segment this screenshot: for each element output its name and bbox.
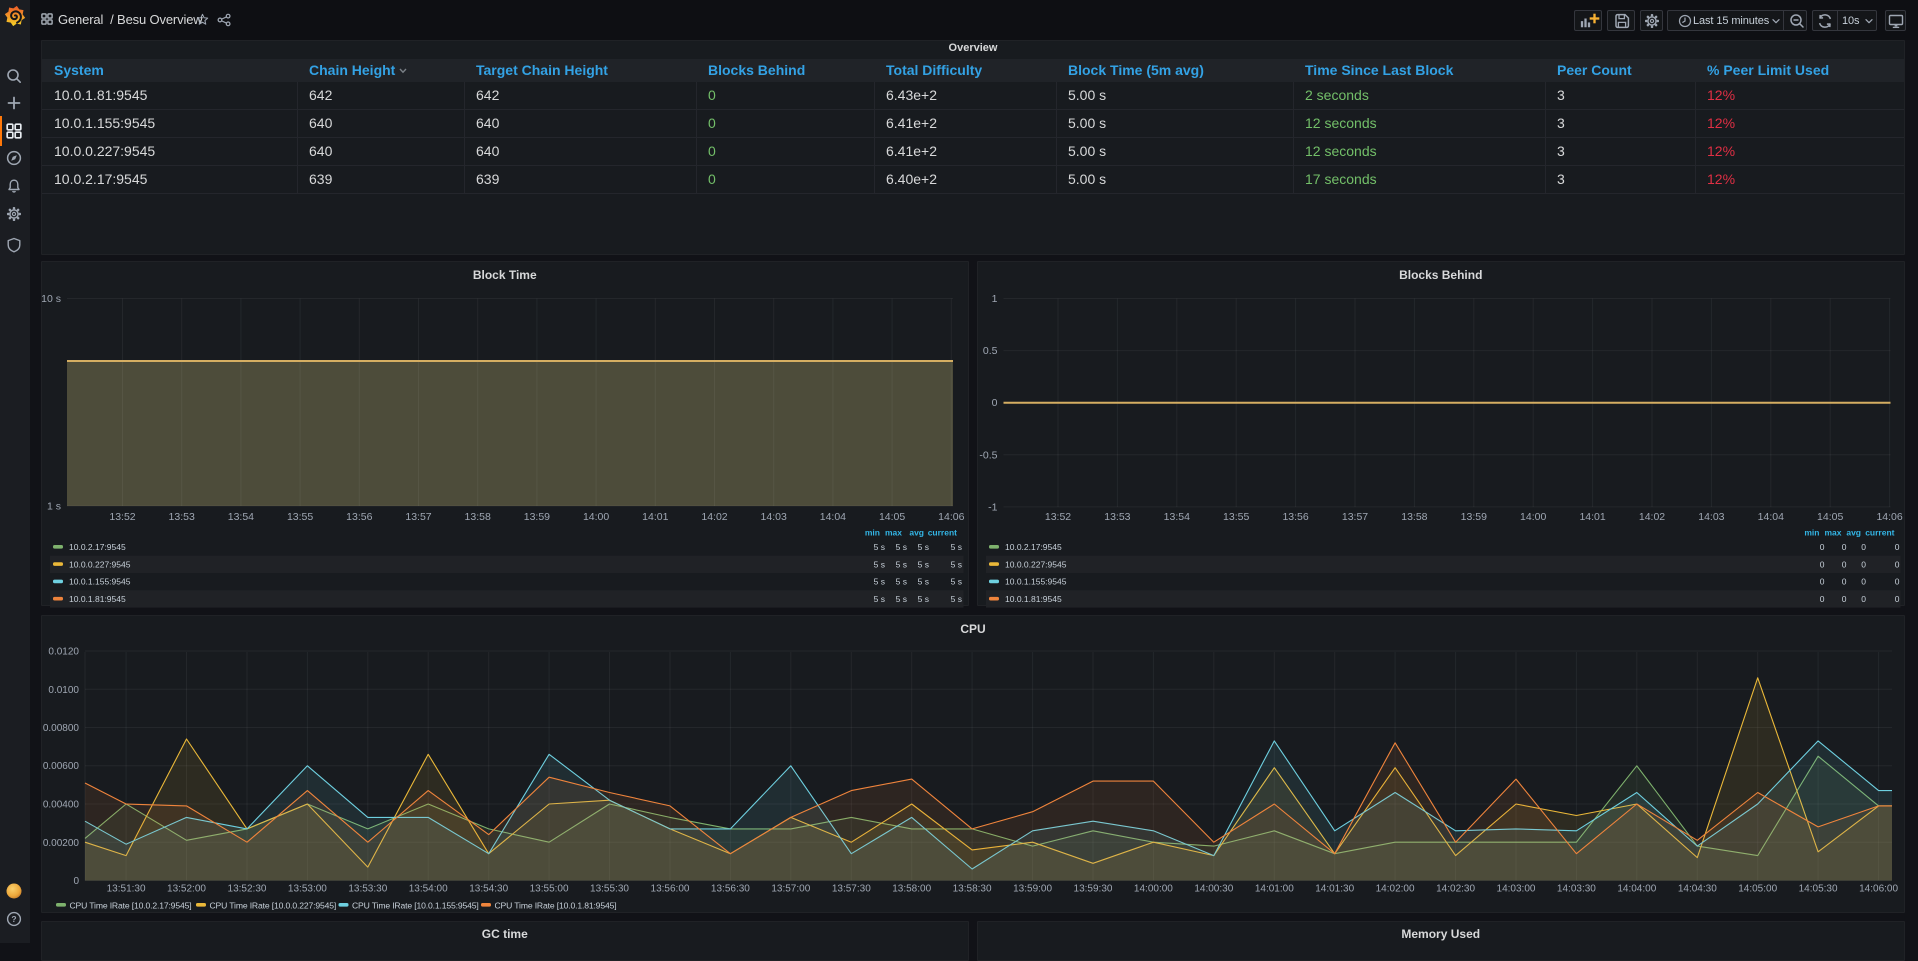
svg-text:10.0.0.227:9545: 10.0.0.227:9545 [1005,559,1067,569]
svg-text:13:54:30: 13:54:30 [469,884,508,895]
svg-text:10.0.1.155:9545: 10.0.1.155:9545 [69,576,131,586]
svg-text:0.0100: 0.0100 [48,685,79,696]
svg-text:0: 0 [1861,542,1866,552]
svg-text:10.0.2.17:9545: 10.0.2.17:9545 [69,542,126,552]
svg-text:0.00600: 0.00600 [43,761,80,772]
svg-text:10.0.1.81:9545: 10.0.1.81:9545 [1005,593,1062,603]
svg-text:current: current [1865,527,1894,537]
svg-text:0: 0 [1841,576,1846,586]
svg-text:0: 0 [1894,593,1899,603]
svg-text:5 s: 5 s [951,576,962,586]
svg-text:0: 0 [1894,576,1899,586]
svg-text:CPU Time IRate [10.0.1.155:954: CPU Time IRate [10.0.1.155:9545] [352,901,479,911]
svg-text:13:55:00: 13:55:00 [530,884,569,895]
svg-text:CPU Time IRate [10.0.2.17:9545: CPU Time IRate [10.0.2.17:9545] [70,901,192,911]
svg-text:0: 0 [1819,593,1824,603]
svg-text:0: 0 [1841,542,1846,552]
svg-text:0: 0 [1841,559,1846,569]
svg-text:0: 0 [1861,593,1866,603]
svg-text:5 s: 5 s [896,559,907,569]
svg-text:14:01:30: 14:01:30 [1315,884,1354,895]
svg-text:14:01:00: 14:01:00 [1255,884,1294,895]
svg-text:13:54:00: 13:54:00 [409,884,448,895]
svg-text:5 s: 5 s [918,559,929,569]
svg-text:14:06:00: 14:06:00 [1859,884,1898,895]
svg-text:0.00400: 0.00400 [43,800,80,811]
svg-text:0.0120: 0.0120 [48,647,79,658]
svg-text:10.0.2.17:9545: 10.0.2.17:9545 [1005,542,1062,552]
svg-text:14:05:00: 14:05:00 [1738,884,1777,895]
svg-text:10.0.1.155:9545: 10.0.1.155:9545 [1005,576,1067,586]
svg-text:14:00:00: 14:00:00 [1134,884,1173,895]
svg-text:max: max [885,527,902,537]
svg-text:0.00200: 0.00200 [43,838,80,849]
svg-text:5 s: 5 s [918,542,929,552]
svg-text:0.00800: 0.00800 [43,723,80,734]
svg-text:5 s: 5 s [918,593,929,603]
svg-text:13:59:30: 13:59:30 [1074,884,1113,895]
svg-text:5 s: 5 s [874,576,885,586]
svg-text:13:52:00: 13:52:00 [167,884,206,895]
svg-text:0: 0 [1861,559,1866,569]
svg-text:13:57:00: 13:57:00 [771,884,810,895]
svg-text:5 s: 5 s [951,593,962,603]
svg-text:14:02:00: 14:02:00 [1376,884,1415,895]
svg-text:min: min [865,527,880,537]
svg-text:14:04:00: 14:04:00 [1617,884,1656,895]
svg-text:13:58:30: 13:58:30 [953,884,992,895]
svg-text:min: min [1804,527,1819,537]
svg-text:13:57:30: 13:57:30 [832,884,871,895]
svg-text:5 s: 5 s [874,559,885,569]
svg-text:0: 0 [1819,559,1824,569]
svg-text:0: 0 [1894,542,1899,552]
svg-text:14:05:30: 14:05:30 [1799,884,1838,895]
svg-text:14:04:30: 14:04:30 [1678,884,1717,895]
svg-text:avg: avg [909,527,924,537]
svg-text:10.0.1.81:9545: 10.0.1.81:9545 [69,593,126,603]
svg-text:5 s: 5 s [896,593,907,603]
svg-text:13:55:30: 13:55:30 [590,884,629,895]
svg-text:CPU Time IRate [10.0.1.81:9545: CPU Time IRate [10.0.1.81:9545] [495,901,617,911]
svg-text:13:52:30: 13:52:30 [228,884,267,895]
svg-text:13:58:00: 13:58:00 [892,884,931,895]
svg-text:13:59:00: 13:59:00 [1013,884,1052,895]
svg-text:5 s: 5 s [874,542,885,552]
svg-text:0: 0 [1819,576,1824,586]
svg-text:10.0.0.227:9545: 10.0.0.227:9545 [69,559,131,569]
svg-text:13:56:00: 13:56:00 [651,884,690,895]
svg-text:max: max [1824,527,1841,537]
svg-text:CPU Time IRate [10.0.0.227:954: CPU Time IRate [10.0.0.227:9545] [210,901,337,911]
svg-text:5 s: 5 s [951,559,962,569]
svg-text:5 s: 5 s [951,542,962,552]
svg-text:14:03:30: 14:03:30 [1557,884,1596,895]
svg-text:5 s: 5 s [896,542,907,552]
svg-text:0: 0 [1861,576,1866,586]
svg-text:14:02:30: 14:02:30 [1436,884,1475,895]
svg-text:5 s: 5 s [918,576,929,586]
svg-text:13:51:30: 13:51:30 [107,884,146,895]
svg-text:5 s: 5 s [874,593,885,603]
svg-text:13:53:30: 13:53:30 [348,884,387,895]
svg-text:13:56:30: 13:56:30 [711,884,750,895]
svg-text:0: 0 [73,876,79,887]
svg-text:avg: avg [1846,527,1861,537]
svg-text:current: current [928,527,957,537]
svg-text:14:00:30: 14:00:30 [1194,884,1233,895]
svg-text:0: 0 [1894,559,1899,569]
svg-text:?: ? [11,914,16,924]
svg-text:13:53:00: 13:53:00 [288,884,327,895]
svg-text:0: 0 [1819,542,1824,552]
svg-text:5 s: 5 s [896,576,907,586]
svg-text:0: 0 [1841,593,1846,603]
svg-text:14:03:00: 14:03:00 [1497,884,1536,895]
